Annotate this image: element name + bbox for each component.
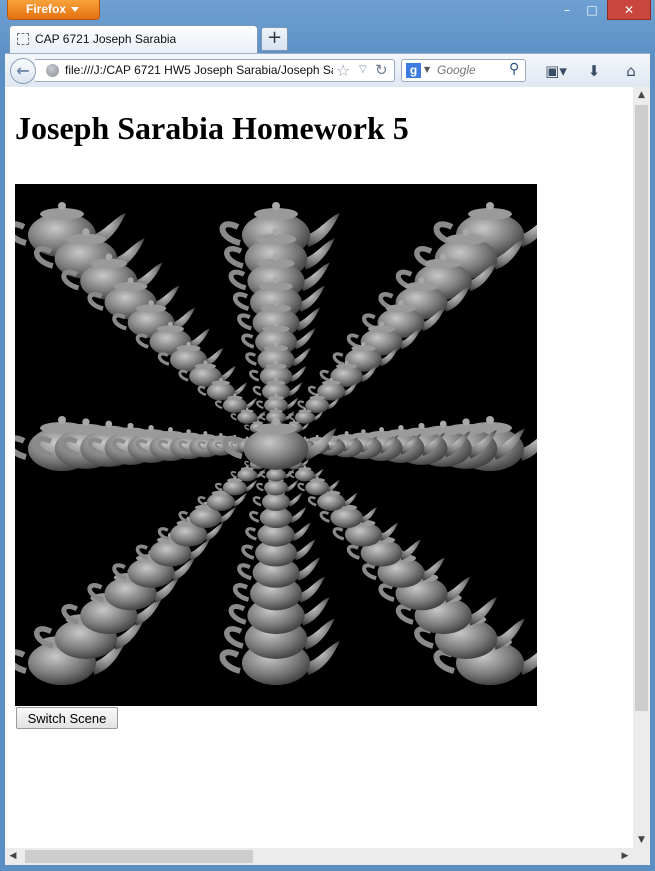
vertical-scroll-thumb[interactable] — [635, 105, 648, 711]
url-bar[interactable]: file:///J:/CAP 6721 HW5 Joseph Sarabia/J… — [35, 59, 395, 82]
navigation-toolbar: file:///J:/CAP 6721 HW5 Joseph Sarabia/J… — [5, 53, 650, 88]
tab-title: CAP 6721 Joseph Sarabia — [35, 32, 177, 46]
reload-icon[interactable]: ↻ — [375, 61, 388, 79]
browser-window: Firefox – □ ✕ CAP 6721 Joseph Sarabia + … — [0, 0, 655, 871]
history-dropdown-icon[interactable]: ▽ — [359, 64, 367, 75]
minimize-button[interactable]: – — [555, 0, 579, 20]
back-button[interactable]: ← — [10, 58, 36, 84]
maximize-button[interactable]: □ — [580, 0, 604, 20]
firefox-menu-label: Firefox — [26, 2, 67, 16]
horizontal-scrollbar[interactable]: ◀ ▶ — [5, 848, 633, 865]
bookmarks-menu-button[interactable]: ▣▾ — [538, 60, 574, 82]
search-bar[interactable]: g ▼ Google ⚲ — [401, 59, 526, 82]
back-arrow-icon: ← — [16, 61, 30, 80]
google-logo-icon[interactable]: g — [406, 63, 421, 78]
firefox-menu-button[interactable]: Firefox — [7, 0, 100, 20]
globe-icon — [46, 64, 59, 77]
url-text: file:///J:/CAP 6721 HW5 Joseph Sarabia/J… — [65, 63, 333, 77]
bookmarks-icon: ▣▾ — [545, 62, 567, 80]
new-tab-button[interactable]: + — [261, 27, 288, 51]
page-title: Joseph Sarabia Homework 5 — [15, 110, 409, 146]
switch-scene-button[interactable]: Switch Scene — [16, 707, 118, 729]
vertical-scrollbar[interactable]: ▲ ▼ — [633, 87, 650, 848]
tab-active[interactable]: CAP 6721 Joseph Sarabia — [9, 25, 258, 53]
close-window-button[interactable]: ✕ — [607, 0, 651, 20]
scroll-down-icon[interactable]: ▼ — [633, 832, 650, 848]
engine-dropdown-icon[interactable]: ▼ — [424, 65, 430, 74]
scrollbar-corner — [633, 848, 650, 865]
scroll-up-icon[interactable]: ▲ — [633, 87, 650, 103]
page-content: Joseph Sarabia Homework 5 Switch Scene — [5, 87, 633, 848]
home-button[interactable]: ⌂ — [620, 60, 642, 82]
bookmark-star-icon[interactable]: ☆ — [336, 61, 350, 80]
download-arrow-icon: ⬇ — [587, 62, 601, 80]
search-icon[interactable]: ⚲ — [509, 61, 519, 77]
dropdown-arrow-icon — [71, 7, 79, 12]
horizontal-scroll-thumb[interactable] — [25, 850, 253, 863]
webgl-canvas[interactable] — [5, 184, 554, 706]
home-icon: ⌂ — [626, 62, 636, 80]
scroll-left-icon[interactable]: ◀ — [5, 848, 21, 865]
downloads-button[interactable]: ⬇ — [584, 60, 604, 82]
teapot-scene — [5, 202, 554, 685]
scroll-right-icon[interactable]: ▶ — [617, 848, 633, 865]
search-placeholder: Google — [437, 63, 476, 77]
blank-page-icon — [17, 33, 29, 45]
